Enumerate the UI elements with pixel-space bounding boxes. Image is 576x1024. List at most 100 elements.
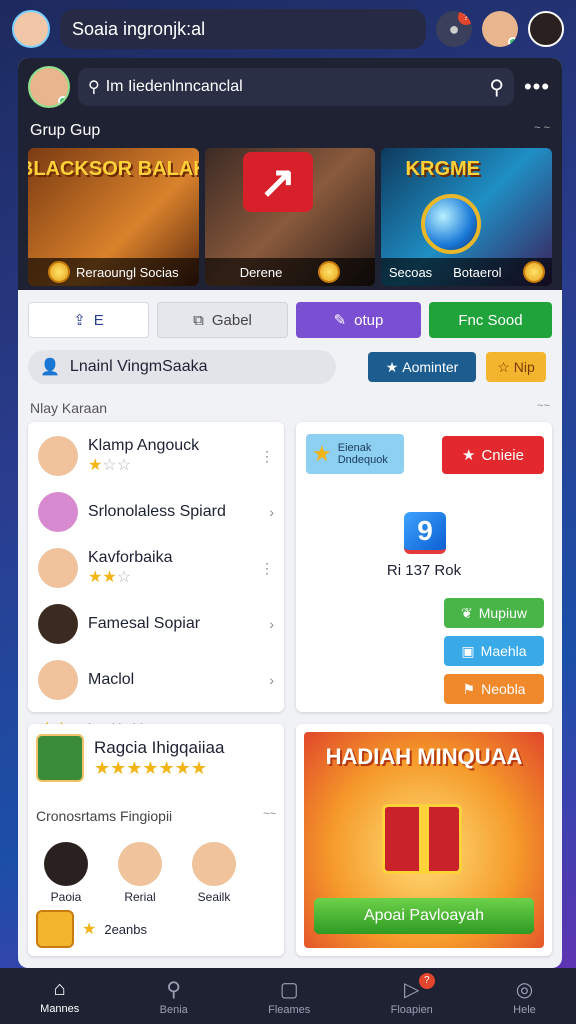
friend-name: Kavforbaika [88,549,173,566]
find-label: Fnc Sood [458,311,523,329]
admin-label: Aominter [402,359,459,375]
group-name: Ragcia Ihigqaiiaa [94,737,225,757]
share-icon: ⇪ [73,312,86,329]
section-title: Nlay Karaan [30,400,108,416]
more-icon[interactable]: ••• [522,74,552,100]
user-avatar[interactable] [528,11,564,47]
list-item[interactable]: Kavforbaika ★★☆ ⋮ [38,540,274,596]
list-item[interactable]: Klamp Angouck ★☆☆ ⋮ [38,428,274,484]
badge-icon: ★ [385,358,399,375]
create-button[interactable]: ★ Cnieie [442,436,544,474]
admin-button[interactable]: ★ Aominter [368,352,476,382]
group-panel: Ragcia Ihigqaiiaa ★★★★★★★ Cronosrtams Fi… [28,724,284,956]
orange-label: Neobla [481,681,526,697]
find-button[interactable]: Fnc Sood [428,302,552,338]
user-pill[interactable]: 👤 Lnainl VingmSaaka [28,350,336,384]
promo-button[interactable]: Apoai Pavloayah [314,898,534,934]
card-title: BLACKSOR BALAK [28,158,199,180]
group-sub-more[interactable]: ~~ [263,808,276,824]
top-search-input[interactable]: Soaia ingronjk:al [60,9,426,49]
group-cards: BLACKSOR BALAK Reraoungl Socias ↗ Derene… [28,148,553,286]
user-icon: 👤 [40,359,60,376]
more-icon[interactable]: ⋮ [260,448,274,465]
friend-avatar[interactable] [482,11,518,47]
avatar [38,492,78,532]
notifications-icon[interactable]: ● ? [436,11,472,47]
nav-play[interactable]: ▷ ? Floapien [391,972,435,1016]
avatar [38,604,78,644]
app-icon[interactable]: 9 [404,512,446,554]
nav-badge: ? [418,972,435,989]
tag-line2: Dndequok [337,454,388,466]
image-icon: ▣ [461,642,475,659]
member-name: Paoia [50,890,82,904]
leaf-icon: ❦ [461,604,473,621]
share-button[interactable]: ⇪ E [28,302,150,338]
edit-icon: ✎ [333,312,347,329]
star-icon: ★ [82,921,97,938]
setup-label: otup [354,311,384,329]
nav-label: Hele [513,1003,536,1016]
blue-action-button[interactable]: ▣ Maehla [444,636,544,666]
home-icon: ⌂ [53,977,66,1000]
chevron-right-icon[interactable]: › [269,616,274,632]
nip-label: Nip [513,359,535,375]
green-action-button[interactable]: ❦ Mupiuw [444,598,544,628]
nav-label: Benia [159,1003,188,1016]
search-button-icon[interactable]: ⚲ [489,75,504,100]
gabel-button[interactable]: ⧉ Gabel [157,302,288,338]
frame-icon: ▢ [279,978,299,1001]
card-caption-left: Secoas [388,264,433,280]
friend-name: Klamp Angouck [88,437,200,454]
member[interactable]: Rerial [118,842,162,904]
member[interactable]: Paoia [44,842,88,904]
friend-name: Maclol [88,671,135,688]
member-name: Rerial [124,890,156,904]
chevron-right-icon[interactable]: › [269,672,274,688]
promo-button-label: Apoai Pavloayah [363,907,485,924]
group-card[interactable]: ↗ Derene [204,148,376,286]
star-icon: ★ [312,441,332,466]
blue-label: Maehla [480,643,527,659]
nav-frames[interactable]: ▢ Fleames [268,977,310,1016]
friend-name: Famesal Sopiar [88,615,201,632]
setup-button[interactable]: ✎ otup [296,302,421,338]
group-foot: 2eanbs [104,921,147,937]
orange-action-button[interactable]: ⚑ Neobla [444,674,544,704]
nip-button[interactable]: ☆ Nip [486,352,546,382]
group-more[interactable]: ~ ~ [534,122,550,140]
card-caption: Derene [239,264,283,280]
coin-icon [48,261,71,283]
nav-label: Fleames [268,1003,311,1016]
top-bar: Soaia ingronjk:al ● ? [0,0,576,58]
group-section-title: Grup Gup [30,122,101,139]
member[interactable]: Seailk [192,842,236,904]
nav-search[interactable]: ⚲ Benia [160,977,188,1016]
app-label: Ri 137 Rok [386,562,462,579]
orb-icon [421,194,482,254]
group-avatar[interactable] [36,734,84,782]
more-icon[interactable]: ⋮ [260,560,274,577]
list-item[interactable]: Famesal Sopiar › [38,596,274,652]
achievement-tag[interactable]: ★ Eienak Dndequok [306,434,404,474]
star-icon: ★ [462,447,476,464]
avatar [38,660,78,700]
bottom-nav: ⌂ Mannes ⚲ Benia ▢ Fleames ▷ ? Floapien … [0,968,576,1024]
list-item[interactable]: Maclol › [38,652,274,708]
side-actions: ★ Eienak Dndequok ★ Cnieie 9 Ri 137 Rok … [296,422,552,712]
section-more[interactable]: ~~ [537,400,550,416]
nav-home[interactable]: ⌂ Mannes [40,978,79,1015]
group-card[interactable]: KRGME Secoas Botaerol [381,148,553,286]
create-label: Cnieie [481,446,524,464]
panel-search-input[interactable]: ⚲ Im Iiedenlnncanclal ⚲ [78,68,514,106]
profile-avatar[interactable] [12,10,50,48]
rating-stars: ★★☆ [88,569,132,586]
nav-help[interactable]: ◎ Hele [513,977,536,1016]
treasure-icon[interactable] [36,910,74,948]
list-item[interactable]: Srlonolaless Spiard › [38,484,274,540]
play-icon: ▷ [404,978,420,1001]
group-card[interactable]: BLACKSOR BALAK Reraoungl Socias [28,148,199,286]
card-caption: Reraoungl Socias [76,264,179,280]
chevron-right-icon[interactable]: › [269,504,274,520]
panel-avatar[interactable] [28,66,70,108]
